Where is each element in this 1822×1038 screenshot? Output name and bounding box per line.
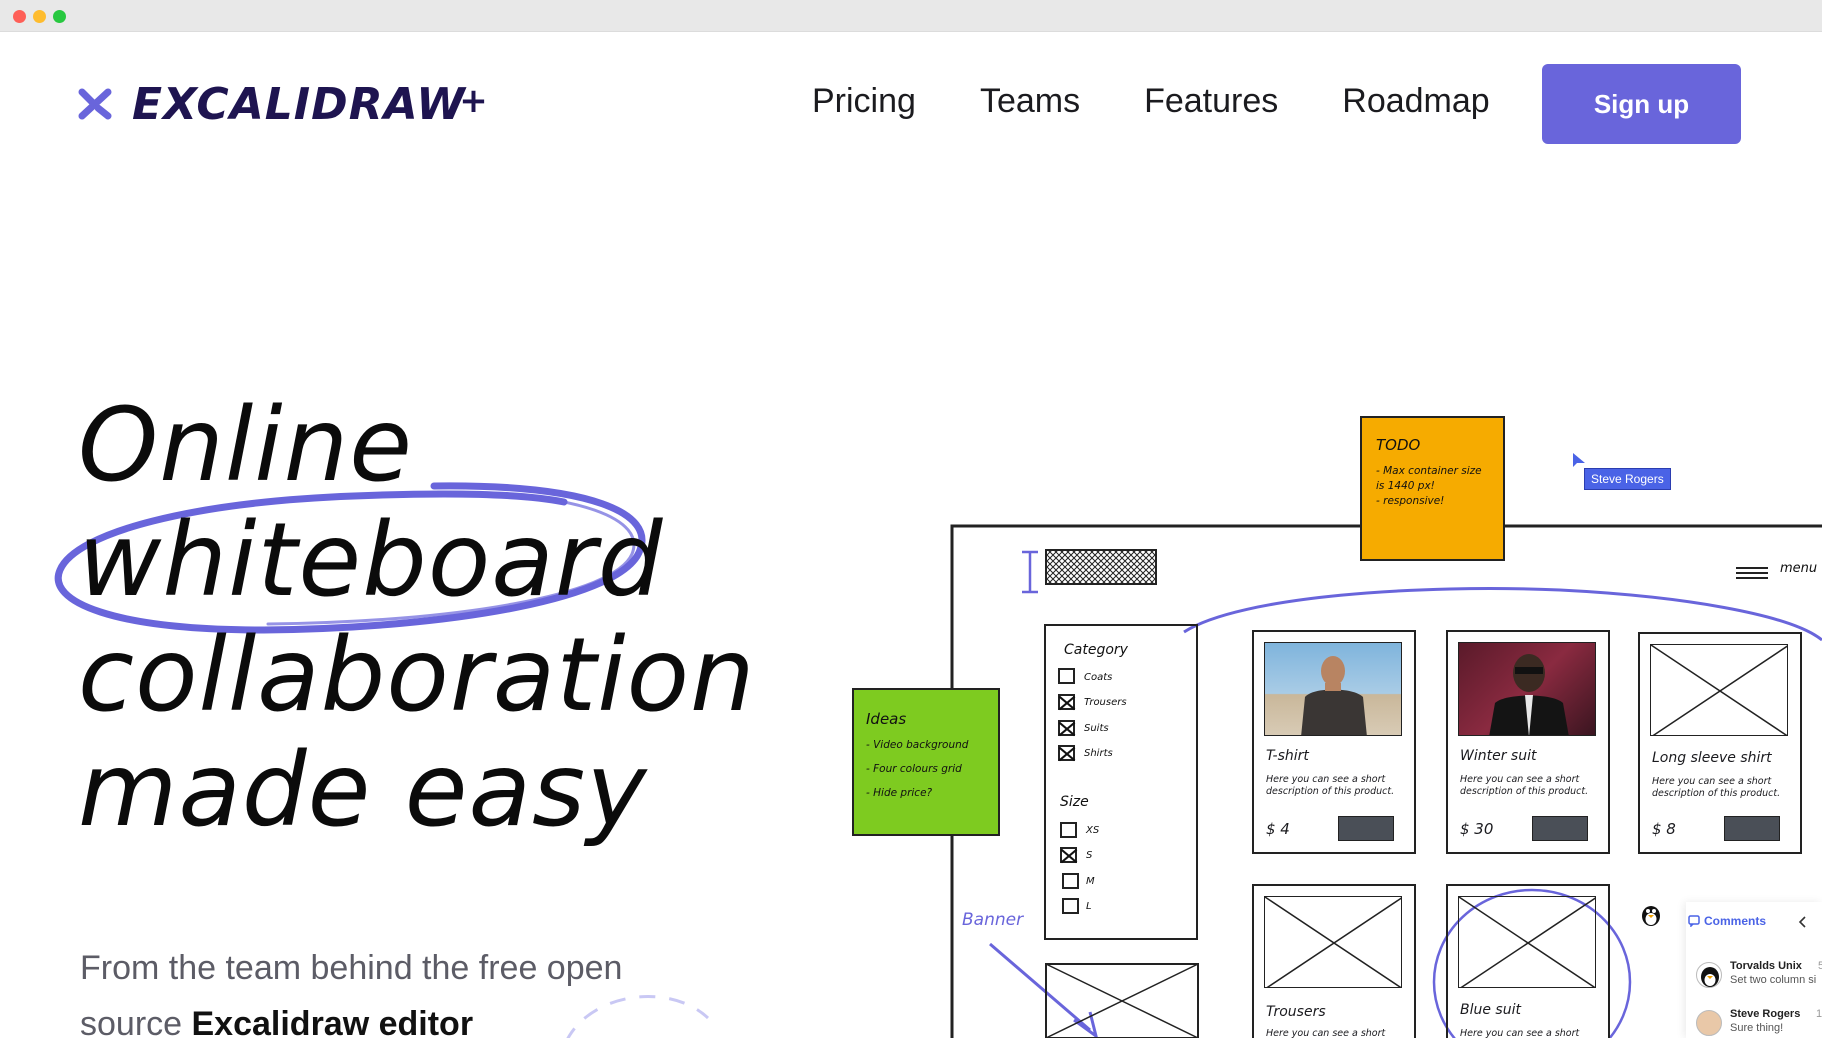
checkbox-suits[interactable] xyxy=(1058,720,1075,736)
ideas-item-2: - Four colours grid xyxy=(866,763,962,775)
checkbox-l[interactable] xyxy=(1062,898,1079,914)
minimize-window-icon[interactable] xyxy=(33,10,46,23)
hero-subtitle: From the team behind the free open sourc… xyxy=(80,940,640,1038)
comment-time: 5 xyxy=(1818,960,1822,972)
hero-line-2: whiteboard xyxy=(78,501,664,620)
product-name: Trousers xyxy=(1266,1004,1326,1020)
chevron-left-icon[interactable] xyxy=(1798,916,1808,928)
option-m: M xyxy=(1086,876,1095,887)
option-shirts: Shirts xyxy=(1084,748,1113,759)
hero-line-3: collaboration xyxy=(78,616,756,735)
image-placeholder xyxy=(1264,896,1402,988)
nav-teams[interactable]: Teams xyxy=(980,82,1080,121)
hero-line-4: made easy xyxy=(78,731,648,850)
checkbox-trousers[interactable] xyxy=(1058,694,1075,710)
product-name: Blue suit xyxy=(1460,1002,1521,1018)
option-suits: Suits xyxy=(1084,723,1109,734)
checkbox-coats[interactable] xyxy=(1058,668,1075,684)
ideas-item-3: - Hide price? xyxy=(866,787,933,799)
comment-text: Set two column si xyxy=(1730,974,1817,986)
add-to-cart-button[interactable] xyxy=(1338,816,1394,841)
dimension-marker xyxy=(1022,550,1038,594)
product-description: Here you can see a short xyxy=(1460,1028,1580,1038)
product-card-blue-suit[interactable]: Blue suit Here you can see a short xyxy=(1446,884,1610,1038)
comments-panel: Comments Torvalds Unix 5 Set two column … xyxy=(1686,902,1822,1038)
comment-icon xyxy=(1688,915,1700,927)
option-coats: Coats xyxy=(1084,672,1113,683)
avatar xyxy=(1696,962,1722,988)
todo-sticky-note[interactable]: TODO - Max container size is 1440 px! - … xyxy=(1360,416,1505,561)
product-card-trousers[interactable]: Trousers Here you can see a short xyxy=(1252,884,1416,1038)
nav-pricing[interactable]: Pricing xyxy=(812,82,916,121)
product-name: T-shirt xyxy=(1266,748,1309,764)
option-l: L xyxy=(1086,901,1092,912)
comment-item[interactable]: Torvalds Unix 5 Set two column si xyxy=(1696,960,1822,1000)
brand-logo[interactable]: EXCALIDRAW + xyxy=(78,72,488,136)
banner-label: Banner xyxy=(962,910,1024,930)
checkbox-m[interactable] xyxy=(1062,873,1079,889)
excalidraw-logo-icon xyxy=(78,88,112,120)
nav-features[interactable]: Features xyxy=(1144,82,1278,121)
brand-plus: + xyxy=(459,80,488,121)
product-name: Winter suit xyxy=(1460,748,1537,764)
product-price: $ 8 xyxy=(1652,820,1676,838)
option-s: S xyxy=(1086,850,1093,861)
checkbox-s[interactable] xyxy=(1060,847,1077,863)
product-card-winter-suit[interactable]: Winter suit Here you can see a short des… xyxy=(1446,630,1610,854)
product-name: Long sleeve shirt xyxy=(1652,750,1772,766)
ideas-sticky-note[interactable]: Ideas - Video background - Four colours … xyxy=(852,688,1000,836)
ideas-title: Ideas xyxy=(866,710,907,728)
todo-title: TODO xyxy=(1376,436,1421,454)
product-description: Here you can see a short description of … xyxy=(1460,774,1589,797)
product-card-long-sleeve-shirt[interactable]: Long sleeve shirt Here you can see a sho… xyxy=(1638,632,1802,854)
sign-up-button[interactable]: Sign up xyxy=(1542,64,1741,144)
checkbox-shirts[interactable] xyxy=(1058,745,1075,761)
option-xs: XS xyxy=(1086,825,1100,836)
comment-item[interactable]: Steve Rogers 13 Sure thing! xyxy=(1696,1008,1822,1038)
option-trousers: Trousers xyxy=(1084,697,1127,708)
comment-text: Sure thing! xyxy=(1730,1022,1784,1034)
add-to-cart-button[interactable] xyxy=(1724,816,1780,841)
product-price: $ 30 xyxy=(1460,820,1494,838)
category-title: Category xyxy=(1064,642,1128,658)
banner-placeholder xyxy=(1045,963,1199,1038)
todo-item-2: - responsive! xyxy=(1376,495,1445,507)
product-photo xyxy=(1264,642,1402,736)
logo-placeholder xyxy=(1045,549,1157,585)
add-to-cart-button[interactable] xyxy=(1532,816,1588,841)
comments-header: Comments xyxy=(1704,914,1767,928)
product-description: Here you can see a short description of … xyxy=(1266,774,1395,797)
size-title: Size xyxy=(1060,794,1089,810)
browser-titlebar xyxy=(0,0,1822,32)
product-photo xyxy=(1458,642,1596,736)
maximize-window-icon[interactable] xyxy=(53,10,66,23)
product-description: Here you can see a short description of … xyxy=(1652,776,1781,799)
ideas-item-1: - Video background xyxy=(866,739,969,751)
comment-author: Torvalds Unix xyxy=(1730,960,1802,972)
close-window-icon[interactable] xyxy=(13,10,26,23)
menu-label: menu xyxy=(1780,561,1818,576)
product-card-tshirt[interactable]: T-shirt Here you can see a short descrip… xyxy=(1252,630,1416,854)
brand-name: EXCALIDRAW xyxy=(132,78,466,130)
hamburger-menu-icon xyxy=(1736,567,1768,579)
product-price: $ 4 xyxy=(1266,820,1290,838)
image-placeholder xyxy=(1458,896,1596,988)
subtitle-link[interactable]: Excalidraw editor xyxy=(192,1005,474,1038)
main-nav: Pricing Teams Features Roadmap xyxy=(812,82,1490,121)
collaborator-name-tag: Steve Rogers xyxy=(1584,468,1671,490)
hero-headline: Online whiteboard collaboration made eas… xyxy=(78,386,756,850)
penguin-avatar-icon[interactable] xyxy=(1638,902,1664,928)
decorative-dashed-arc xyxy=(566,995,710,1038)
comment-time: 13 xyxy=(1816,1008,1822,1020)
checkbox-xs[interactable] xyxy=(1060,822,1077,838)
comment-author: Steve Rogers xyxy=(1730,1008,1801,1020)
image-placeholder xyxy=(1650,644,1788,736)
avatar xyxy=(1696,1010,1722,1036)
hero-line-1: Online xyxy=(78,386,414,505)
product-description: Here you can see a short xyxy=(1266,1028,1386,1038)
nav-roadmap[interactable]: Roadmap xyxy=(1342,82,1489,121)
todo-item-1: - Max container size is 1440 px! xyxy=(1376,465,1482,492)
